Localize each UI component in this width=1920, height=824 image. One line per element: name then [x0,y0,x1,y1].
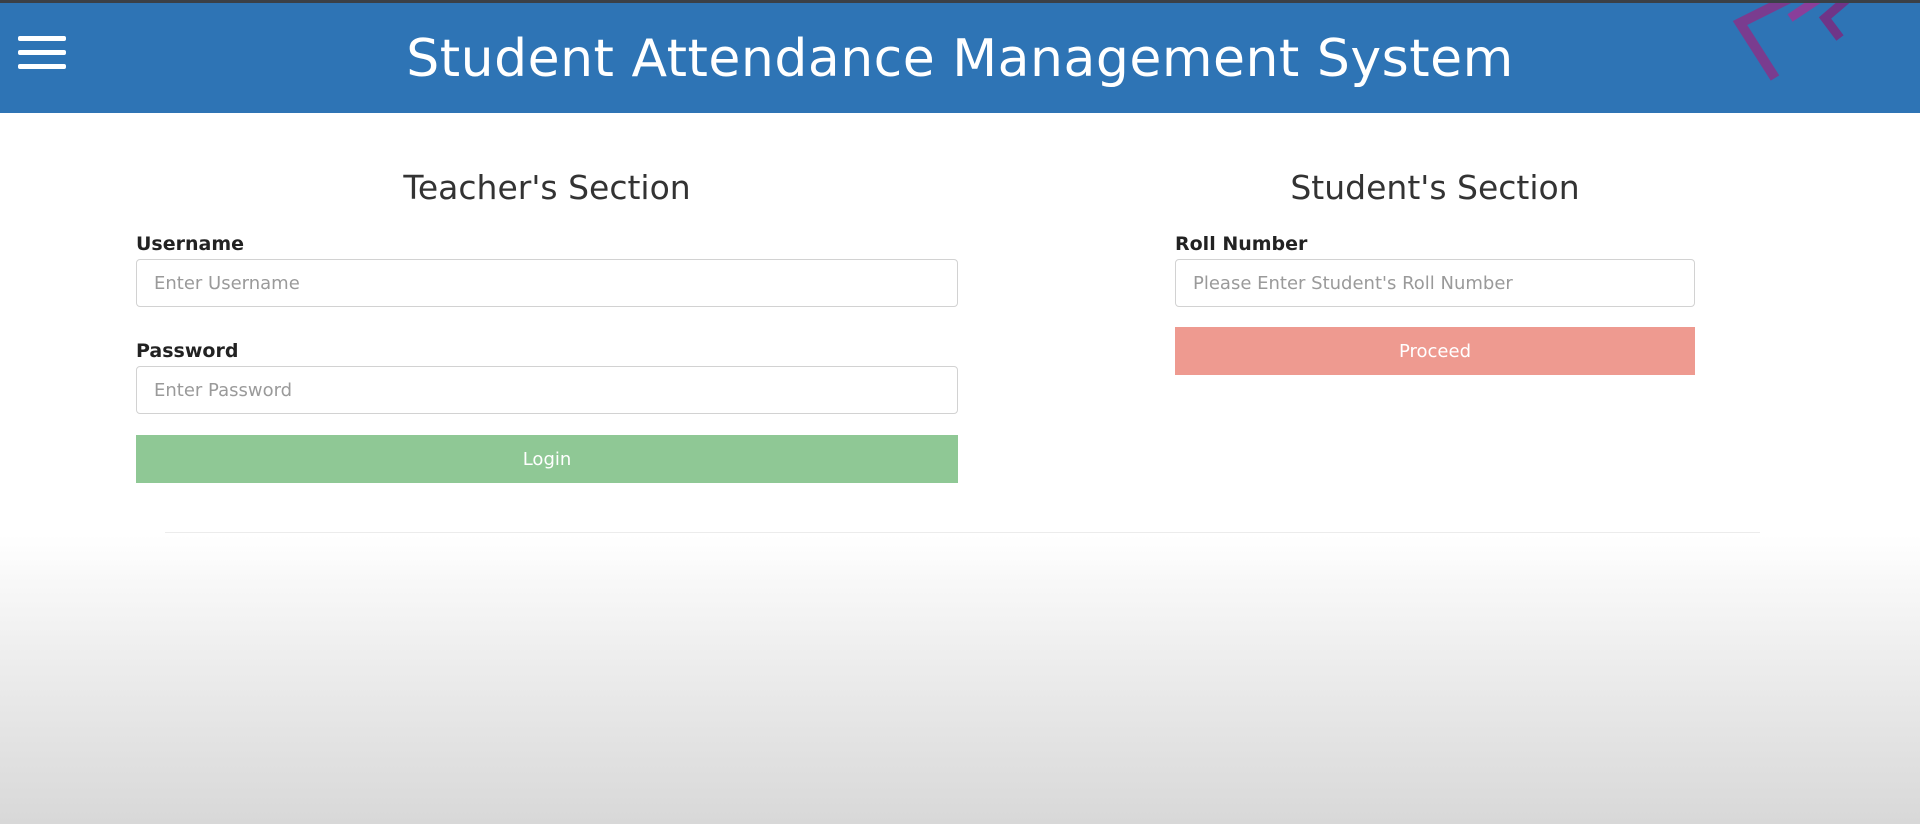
password-label: Password [136,340,239,362]
teacher-section-title: Teacher's Section [403,168,691,207]
app-title: Student Attendance Management System [406,29,1514,89]
roll-number-input[interactable] [1175,259,1695,307]
chevron-logo-icon [1732,3,1850,81]
username-input[interactable] [136,259,958,307]
section-divider [165,532,1760,533]
password-input[interactable] [136,366,958,414]
student-section-title: Student's Section [1290,168,1580,207]
username-label: Username [136,233,245,255]
proceed-button[interactable]: Proceed [1175,327,1695,375]
roll-number-label: Roll Number [1175,233,1308,255]
header-bar: Student Attendance Management System [0,0,1920,113]
login-button[interactable]: Login [136,435,958,483]
